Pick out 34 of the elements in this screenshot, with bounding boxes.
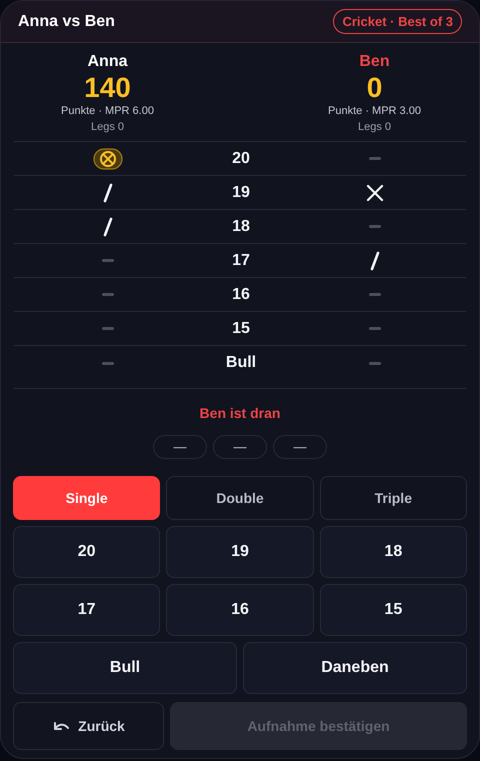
player-stats: Punkte · MPR 3.00	[328, 104, 421, 119]
player-score: 0	[366, 72, 382, 104]
throw-slot: —	[153, 435, 207, 459]
target-button[interactable]: 20	[13, 526, 160, 578]
target-number: 16	[231, 284, 251, 304]
player-name: Ben	[359, 52, 390, 72]
player-legs: Legs 0	[90, 120, 124, 135]
target-button[interactable]: Daneben	[243, 642, 467, 694]
target-button[interactable]: 18	[320, 526, 467, 578]
throw-slot: —	[273, 435, 327, 459]
player-score: 140	[84, 72, 131, 104]
target-number: 17	[231, 250, 251, 270]
target-number: Bull	[224, 353, 258, 373]
target-number: 18	[231, 216, 251, 236]
multiplier-tab[interactable]: Single	[13, 476, 160, 520]
turn-indicator: Ben ist dran	[200, 404, 280, 423]
back-button[interactable]: Zurück	[13, 702, 164, 750]
target-number: 15	[231, 318, 251, 338]
target-number: 20	[231, 148, 251, 168]
target-button[interactable]: 15	[320, 584, 467, 636]
target-number: 19	[231, 182, 251, 202]
throw-slot: —	[213, 435, 267, 459]
multiplier-tab[interactable]: Double	[166, 476, 314, 520]
target-button[interactable]: 16	[166, 584, 314, 636]
player-stats: Punkte · MPR 6.00	[61, 104, 154, 119]
undo-icon	[52, 720, 70, 732]
mode-badge: Cricket · Best of 3	[333, 8, 462, 34]
target-button[interactable]: 17	[13, 584, 160, 636]
player-legs: Legs 0	[358, 120, 392, 135]
target-button[interactable]: Bull	[13, 642, 237, 694]
multiplier-tab[interactable]: Triple	[320, 476, 467, 520]
target-button[interactable]: 19	[166, 526, 314, 578]
player-name: Anna	[88, 52, 128, 72]
match-title: Anna vs Ben	[18, 12, 115, 32]
